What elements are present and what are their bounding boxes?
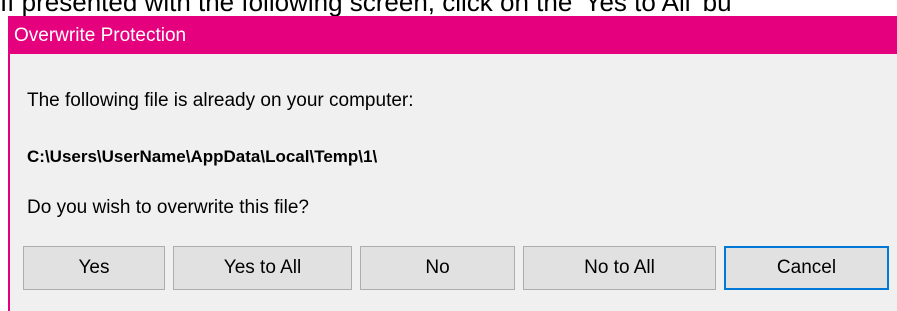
dialog-title: Overwrite Protection (14, 25, 187, 46)
yes-button[interactable]: Yes (23, 246, 165, 290)
dialog-message: The following file is already on your co… (27, 90, 414, 111)
cancel-button[interactable]: Cancel (724, 246, 889, 290)
background-caption: If presented with the following screen, … (0, 0, 897, 16)
background-caption-text: If presented with the following screen, … (0, 0, 732, 16)
no-to-all-button[interactable]: No to All (523, 246, 716, 290)
file-path: C:\Users\UserName\AppData\Local\Temp\1\ (27, 147, 378, 166)
overwrite-protection-dialog: Overwrite Protection The following file … (8, 16, 897, 311)
dialog-title-bar[interactable]: Overwrite Protection (8, 16, 897, 54)
no-button[interactable]: No (360, 246, 515, 290)
overwrite-question: Do you wish to overwrite this file? (27, 197, 309, 218)
page: If presented with the following screen, … (0, 0, 897, 311)
yes-to-all-button[interactable]: Yes to All (173, 246, 352, 290)
